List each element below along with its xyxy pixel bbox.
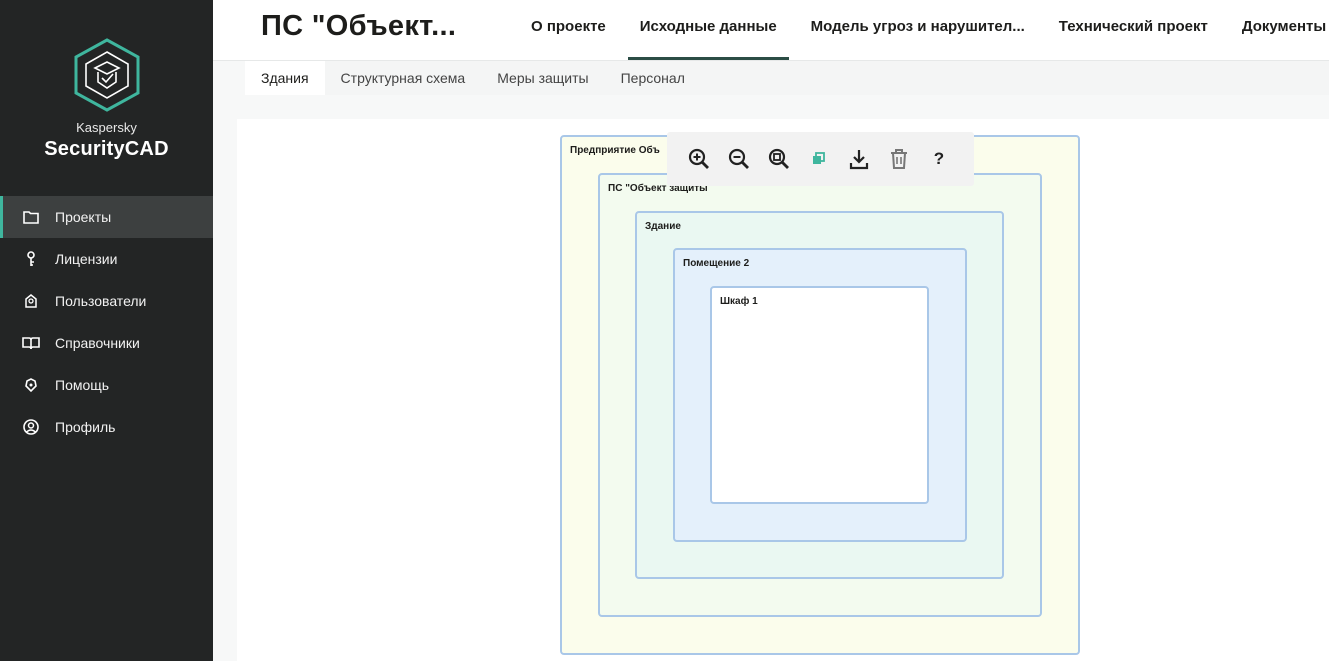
logo: Kaspersky SecurityCAD bbox=[0, 38, 213, 161]
subtab-buildings[interactable]: Здания bbox=[245, 61, 325, 95]
copy-icon[interactable] bbox=[807, 147, 831, 171]
logo-shield-icon bbox=[74, 38, 139, 112]
brand-company: Kaspersky bbox=[76, 120, 137, 135]
sidebar-item-licenses[interactable]: Лицензии bbox=[0, 238, 213, 280]
sidebar-item-users[interactable]: Пользователи bbox=[0, 280, 213, 322]
help-question-label: ? bbox=[933, 149, 945, 168]
sidebar-item-help[interactable]: Помощь bbox=[0, 364, 213, 406]
zoom-fit-icon[interactable] bbox=[767, 147, 791, 171]
sidebar-item-references[interactable]: Справочники bbox=[0, 322, 213, 364]
page-title: ПС "Объект... bbox=[261, 10, 457, 42]
folder-icon bbox=[22, 208, 40, 226]
tab-documents[interactable]: Документы bbox=[1230, 0, 1329, 60]
diagram-toolbar: ? bbox=[667, 132, 974, 186]
diagram-node-cabinet[interactable]: Шкаф 1 bbox=[710, 286, 929, 504]
tab-technical-project[interactable]: Технический проект bbox=[1047, 0, 1220, 60]
book-icon bbox=[22, 334, 40, 352]
node-label: Помещение 2 bbox=[683, 258, 750, 269]
diagram-canvas[interactable]: Предприятие Объ ПС "Объект защиты Здание… bbox=[237, 119, 1329, 661]
node-label: Здание bbox=[645, 221, 681, 232]
users-icon bbox=[22, 292, 40, 310]
help-question-icon[interactable]: ? bbox=[927, 147, 951, 171]
sidebar-item-label: Лицензии bbox=[55, 251, 118, 267]
header: ПС "Объект... О проекте Исходные данные … bbox=[213, 0, 1329, 61]
sidebar-nav: Проекты Лицензии Пользователи Справочник… bbox=[0, 196, 213, 448]
sub-tabs: Здания Структурная схема Меры защиты Пер… bbox=[245, 61, 1329, 95]
sidebar-item-profile[interactable]: Профиль bbox=[0, 406, 213, 448]
subtab-structure-scheme[interactable]: Структурная схема bbox=[325, 61, 482, 95]
sidebar-item-projects[interactable]: Проекты bbox=[0, 196, 213, 238]
zoom-in-icon[interactable] bbox=[687, 147, 711, 171]
subtab-personnel[interactable]: Персонал bbox=[605, 61, 701, 95]
sidebar-item-label: Профиль bbox=[55, 419, 116, 435]
zoom-out-icon[interactable] bbox=[727, 147, 751, 171]
main-tabs: О проекте Исходные данные Модель угроз и… bbox=[519, 0, 1329, 60]
subtab-protection-measures[interactable]: Меры защиты bbox=[481, 61, 604, 95]
trash-icon[interactable] bbox=[887, 147, 911, 171]
profile-icon bbox=[22, 418, 40, 436]
key-icon bbox=[22, 250, 40, 268]
sidebar-item-label: Пользователи bbox=[55, 293, 147, 309]
tab-threat-model[interactable]: Модель угроз и нарушител... bbox=[799, 0, 1037, 60]
sidebar-item-label: Помощь bbox=[55, 377, 110, 393]
brand-product: SecurityCAD bbox=[44, 138, 169, 160]
help-icon bbox=[22, 376, 40, 394]
tab-source-data[interactable]: Исходные данные bbox=[627, 0, 789, 60]
node-label: Предприятие Объ bbox=[570, 145, 660, 156]
sidebar-item-label: Справочники bbox=[55, 335, 140, 351]
node-label: Шкаф 1 bbox=[720, 296, 758, 307]
download-icon[interactable] bbox=[847, 147, 871, 171]
sidebar-item-label: Проекты bbox=[55, 209, 112, 225]
tab-about[interactable]: О проекте bbox=[519, 0, 618, 60]
sidebar: Kaspersky SecurityCAD Проекты Лицензии П… bbox=[0, 0, 213, 661]
